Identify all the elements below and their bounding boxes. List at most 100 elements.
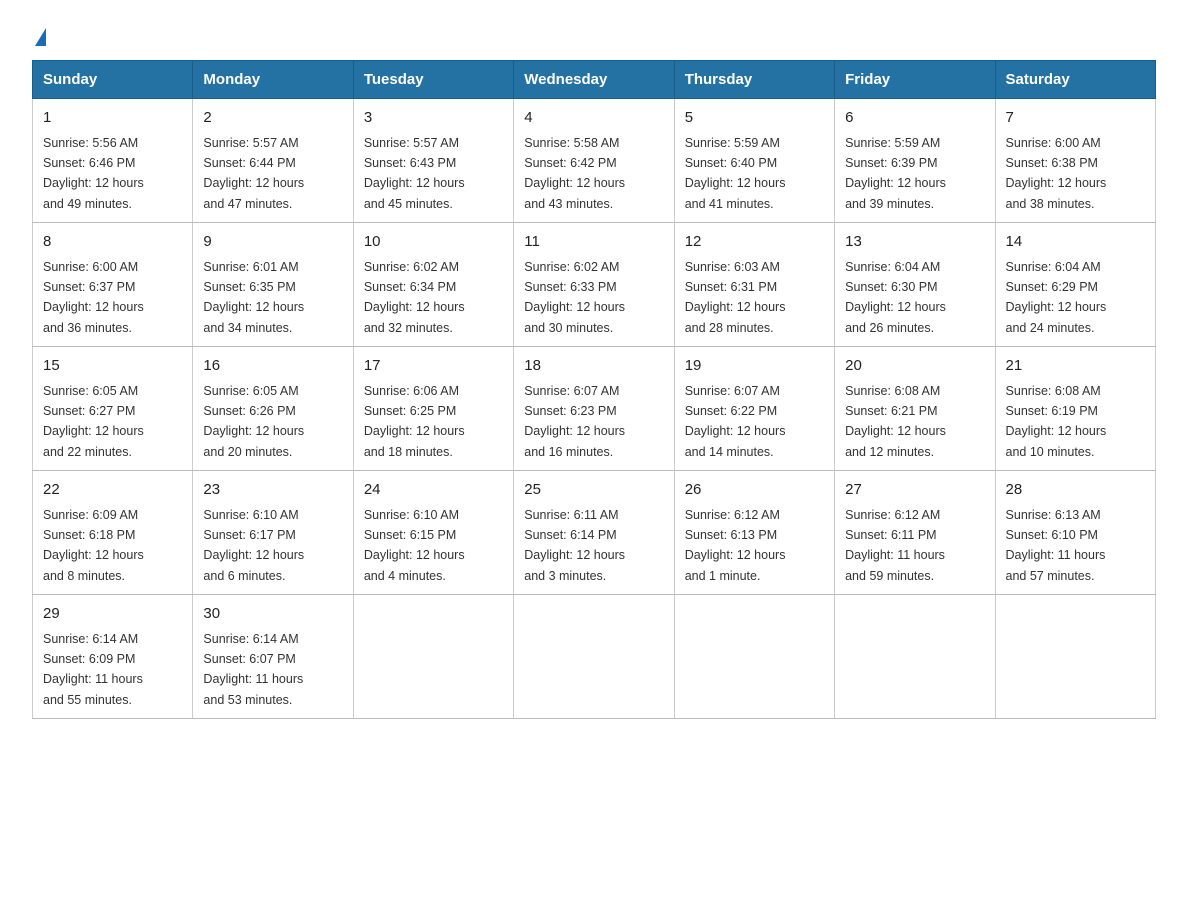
calendar-cell: 6 Sunrise: 5:59 AMSunset: 6:39 PMDaylight…	[835, 99, 995, 223]
day-number: 7	[1006, 107, 1145, 130]
day-number: 12	[685, 231, 824, 254]
day-number: 24	[364, 479, 503, 502]
day-info: Sunrise: 6:02 AMSunset: 6:33 PMDaylight:…	[524, 260, 625, 335]
calendar-cell: 30 Sunrise: 6:14 AMSunset: 6:07 PMDayligh…	[193, 595, 353, 719]
calendar-cell: 16 Sunrise: 6:05 AMSunset: 6:26 PMDayligh…	[193, 347, 353, 471]
day-info: Sunrise: 6:10 AMSunset: 6:15 PMDaylight:…	[364, 508, 465, 583]
calendar-cell: 7 Sunrise: 6:00 AMSunset: 6:38 PMDaylight…	[995, 99, 1155, 223]
page-header	[32, 24, 1156, 48]
calendar-table: SundayMondayTuesdayWednesdayThursdayFrid…	[32, 60, 1156, 719]
calendar-cell: 1 Sunrise: 5:56 AMSunset: 6:46 PMDaylight…	[33, 99, 193, 223]
day-info: Sunrise: 5:59 AMSunset: 6:40 PMDaylight:…	[685, 136, 786, 211]
day-info: Sunrise: 6:05 AMSunset: 6:26 PMDaylight:…	[203, 384, 304, 459]
day-info: Sunrise: 6:01 AMSunset: 6:35 PMDaylight:…	[203, 260, 304, 335]
day-number: 20	[845, 355, 984, 378]
day-number: 3	[364, 107, 503, 130]
day-number: 22	[43, 479, 182, 502]
day-number: 18	[524, 355, 663, 378]
day-info: Sunrise: 6:06 AMSunset: 6:25 PMDaylight:…	[364, 384, 465, 459]
day-number: 1	[43, 107, 182, 130]
calendar-cell: 5 Sunrise: 5:59 AMSunset: 6:40 PMDaylight…	[674, 99, 834, 223]
day-number: 27	[845, 479, 984, 502]
calendar-cell: 2Sunrise: 5:57 AMSunset: 6:44 PMDaylight…	[193, 99, 353, 223]
day-info: Sunrise: 6:10 AMSunset: 6:17 PMDaylight:…	[203, 508, 304, 583]
day-number: 6	[845, 107, 984, 130]
calendar-week-row: 15Sunrise: 6:05 AMSunset: 6:27 PMDayligh…	[33, 347, 1156, 471]
day-info: Sunrise: 6:13 AMSunset: 6:10 PMDaylight:…	[1006, 508, 1106, 583]
day-number: 13	[845, 231, 984, 254]
calendar-cell	[674, 595, 834, 719]
calendar-cell: 27 Sunrise: 6:12 AMSunset: 6:11 PMDayligh…	[835, 471, 995, 595]
day-info: Sunrise: 6:00 AMSunset: 6:37 PMDaylight:…	[43, 260, 144, 335]
calendar-cell: 22 Sunrise: 6:09 AMSunset: 6:18 PMDayligh…	[33, 471, 193, 595]
day-info: Sunrise: 6:07 AMSunset: 6:22 PMDaylight:…	[685, 384, 786, 459]
day-info: Sunrise: 6:00 AMSunset: 6:38 PMDaylight:…	[1006, 136, 1107, 211]
calendar-header-row: SundayMondayTuesdayWednesdayThursdayFrid…	[33, 61, 1156, 99]
calendar-cell: 18 Sunrise: 6:07 AMSunset: 6:23 PMDayligh…	[514, 347, 674, 471]
col-header-tuesday: Tuesday	[353, 61, 513, 99]
calendar-cell	[835, 595, 995, 719]
day-info: Sunrise: 6:03 AMSunset: 6:31 PMDaylight:…	[685, 260, 786, 335]
col-header-monday: Monday	[193, 61, 353, 99]
calendar-cell: 10 Sunrise: 6:02 AMSunset: 6:34 PMDayligh…	[353, 223, 513, 347]
day-info: Sunrise: 6:08 AMSunset: 6:19 PMDaylight:…	[1006, 384, 1107, 459]
day-info: Sunrise: 6:11 AMSunset: 6:14 PMDaylight:…	[524, 508, 625, 583]
day-number: 21	[1006, 355, 1145, 378]
day-number: 10	[364, 231, 503, 254]
calendar-cell: 24 Sunrise: 6:10 AMSunset: 6:15 PMDayligh…	[353, 471, 513, 595]
day-info: Sunrise: 6:04 AMSunset: 6:29 PMDaylight:…	[1006, 260, 1107, 335]
calendar-cell: 25 Sunrise: 6:11 AMSunset: 6:14 PMDayligh…	[514, 471, 674, 595]
calendar-cell: 13 Sunrise: 6:04 AMSunset: 6:30 PMDayligh…	[835, 223, 995, 347]
calendar-week-row: 29Sunrise: 6:14 AMSunset: 6:09 PMDayligh…	[33, 595, 1156, 719]
day-info: Sunrise: 5:57 AMSunset: 6:43 PMDaylight:…	[364, 136, 465, 211]
calendar-week-row: 1 Sunrise: 5:56 AMSunset: 6:46 PMDaylight…	[33, 99, 1156, 223]
day-number: 29	[43, 603, 182, 626]
day-info: Sunrise: 6:08 AMSunset: 6:21 PMDaylight:…	[845, 384, 946, 459]
calendar-cell: 20 Sunrise: 6:08 AMSunset: 6:21 PMDayligh…	[835, 347, 995, 471]
day-number: 26	[685, 479, 824, 502]
day-info: Sunrise: 6:12 AMSunset: 6:13 PMDaylight:…	[685, 508, 786, 583]
calendar-cell: 8 Sunrise: 6:00 AMSunset: 6:37 PMDaylight…	[33, 223, 193, 347]
calendar-cell: 19Sunrise: 6:07 AMSunset: 6:22 PMDayligh…	[674, 347, 834, 471]
calendar-cell: 14 Sunrise: 6:04 AMSunset: 6:29 PMDayligh…	[995, 223, 1155, 347]
day-number: 5	[685, 107, 824, 130]
day-number: 16	[203, 355, 342, 378]
day-number: 25	[524, 479, 663, 502]
day-number: 11	[524, 231, 663, 254]
logo	[32, 28, 46, 48]
day-number: 30	[203, 603, 342, 626]
calendar-cell	[995, 595, 1155, 719]
calendar-cell	[353, 595, 513, 719]
calendar-cell: 15Sunrise: 6:05 AMSunset: 6:27 PMDayligh…	[33, 347, 193, 471]
calendar-week-row: 8 Sunrise: 6:00 AMSunset: 6:37 PMDaylight…	[33, 223, 1156, 347]
calendar-cell: 26 Sunrise: 6:12 AMSunset: 6:13 PMDayligh…	[674, 471, 834, 595]
day-info: Sunrise: 5:59 AMSunset: 6:39 PMDaylight:…	[845, 136, 946, 211]
col-header-saturday: Saturday	[995, 61, 1155, 99]
day-info: Sunrise: 6:12 AMSunset: 6:11 PMDaylight:…	[845, 508, 945, 583]
calendar-cell: 21 Sunrise: 6:08 AMSunset: 6:19 PMDayligh…	[995, 347, 1155, 471]
day-number: 14	[1006, 231, 1145, 254]
day-info: Sunrise: 5:56 AMSunset: 6:46 PMDaylight:…	[43, 136, 144, 211]
calendar-cell: 29Sunrise: 6:14 AMSunset: 6:09 PMDayligh…	[33, 595, 193, 719]
calendar-cell	[514, 595, 674, 719]
calendar-cell: 23 Sunrise: 6:10 AMSunset: 6:17 PMDayligh…	[193, 471, 353, 595]
calendar-cell: 17Sunrise: 6:06 AMSunset: 6:25 PMDayligh…	[353, 347, 513, 471]
col-header-friday: Friday	[835, 61, 995, 99]
col-header-thursday: Thursday	[674, 61, 834, 99]
calendar-cell: 4Sunrise: 5:58 AMSunset: 6:42 PMDaylight…	[514, 99, 674, 223]
day-number: 23	[203, 479, 342, 502]
day-number: 8	[43, 231, 182, 254]
calendar-cell: 28Sunrise: 6:13 AMSunset: 6:10 PMDayligh…	[995, 471, 1155, 595]
logo-triangle-icon	[35, 28, 46, 46]
day-info: Sunrise: 6:09 AMSunset: 6:18 PMDaylight:…	[43, 508, 144, 583]
col-header-wednesday: Wednesday	[514, 61, 674, 99]
day-info: Sunrise: 5:58 AMSunset: 6:42 PMDaylight:…	[524, 136, 625, 211]
day-info: Sunrise: 6:04 AMSunset: 6:30 PMDaylight:…	[845, 260, 946, 335]
day-number: 9	[203, 231, 342, 254]
day-info: Sunrise: 6:02 AMSunset: 6:34 PMDaylight:…	[364, 260, 465, 335]
calendar-week-row: 22 Sunrise: 6:09 AMSunset: 6:18 PMDayligh…	[33, 471, 1156, 595]
day-info: Sunrise: 6:07 AMSunset: 6:23 PMDaylight:…	[524, 384, 625, 459]
day-number: 2	[203, 107, 342, 130]
calendar-cell: 9 Sunrise: 6:01 AMSunset: 6:35 PMDaylight…	[193, 223, 353, 347]
day-info: Sunrise: 6:14 AMSunset: 6:07 PMDaylight:…	[203, 632, 303, 707]
